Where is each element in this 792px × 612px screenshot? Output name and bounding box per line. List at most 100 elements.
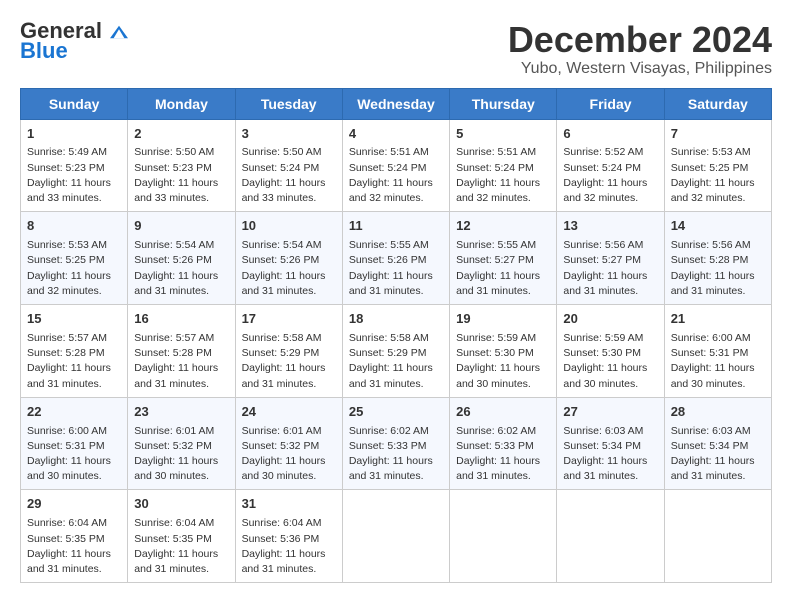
calendar-cell-29: 29 Sunrise: 6:04 AM Sunset: 5:35 PM Dayl… [21, 490, 128, 583]
sunrise-label: Sunrise: 5:50 AM [242, 146, 322, 158]
calendar-week-4: 22 Sunrise: 6:00 AM Sunset: 5:31 PM Dayl… [21, 397, 772, 490]
day-number: 16 [134, 310, 228, 329]
daylight-label: Daylight: 11 hours and 32 minutes. [27, 270, 111, 297]
sunset-label: Sunset: 5:26 PM [349, 254, 427, 266]
sunset-label: Sunset: 5:33 PM [349, 440, 427, 452]
sunset-label: Sunset: 5:26 PM [242, 254, 320, 266]
daylight-label: Daylight: 11 hours and 31 minutes. [134, 548, 218, 575]
calendar-cell-28: 28 Sunrise: 6:03 AM Sunset: 5:34 PM Dayl… [664, 397, 771, 490]
calendar-cell-13: 13 Sunrise: 5:56 AM Sunset: 5:27 PM Dayl… [557, 212, 664, 305]
calendar-cell-23: 23 Sunrise: 6:01 AM Sunset: 5:32 PM Dayl… [128, 397, 235, 490]
calendar-cell-15: 15 Sunrise: 5:57 AM Sunset: 5:28 PM Dayl… [21, 305, 128, 398]
sunset-label: Sunset: 5:25 PM [671, 162, 749, 174]
sunrise-label: Sunrise: 5:58 AM [242, 332, 322, 344]
sunset-label: Sunset: 5:31 PM [27, 440, 105, 452]
day-number: 25 [349, 403, 443, 422]
day-number: 13 [563, 217, 657, 236]
daylight-label: Daylight: 11 hours and 30 minutes. [242, 455, 326, 482]
sunset-label: Sunset: 5:32 PM [134, 440, 212, 452]
header-thursday: Thursday [450, 88, 557, 119]
calendar-cell-16: 16 Sunrise: 5:57 AM Sunset: 5:28 PM Dayl… [128, 305, 235, 398]
sunset-label: Sunset: 5:30 PM [456, 347, 534, 359]
daylight-label: Daylight: 11 hours and 31 minutes. [563, 455, 647, 482]
day-number: 22 [27, 403, 121, 422]
calendar-cell-empty-3 [342, 490, 449, 583]
calendar-cell-30: 30 Sunrise: 6:04 AM Sunset: 5:35 PM Dayl… [128, 490, 235, 583]
sunset-label: Sunset: 5:24 PM [349, 162, 427, 174]
calendar-table: Sunday Monday Tuesday Wednesday Thursday… [20, 88, 772, 584]
calendar-cell-empty-4 [450, 490, 557, 583]
daylight-label: Daylight: 11 hours and 31 minutes. [134, 362, 218, 389]
daylight-label: Daylight: 11 hours and 31 minutes. [242, 362, 326, 389]
sunrise-label: Sunrise: 6:04 AM [27, 517, 107, 529]
sunrise-label: Sunrise: 6:02 AM [456, 425, 536, 437]
day-number: 15 [27, 310, 121, 329]
sunset-label: Sunset: 5:31 PM [671, 347, 749, 359]
daylight-label: Daylight: 11 hours and 30 minutes. [563, 362, 647, 389]
sunset-label: Sunset: 5:28 PM [27, 347, 105, 359]
day-number: 28 [671, 403, 765, 422]
sunset-label: Sunset: 5:36 PM [242, 533, 320, 545]
day-number: 17 [242, 310, 336, 329]
daylight-label: Daylight: 11 hours and 30 minutes. [27, 455, 111, 482]
daylight-label: Daylight: 11 hours and 31 minutes. [671, 270, 755, 297]
sunrise-label: Sunrise: 5:51 AM [456, 146, 536, 158]
sunrise-label: Sunrise: 5:59 AM [563, 332, 643, 344]
sunrise-label: Sunrise: 5:55 AM [456, 239, 536, 251]
sunrise-label: Sunrise: 5:49 AM [27, 146, 107, 158]
sunset-label: Sunset: 5:34 PM [671, 440, 749, 452]
daylight-label: Daylight: 11 hours and 31 minutes. [671, 455, 755, 482]
calendar-cell-12: 12 Sunrise: 5:55 AM Sunset: 5:27 PM Dayl… [450, 212, 557, 305]
day-number: 21 [671, 310, 765, 329]
calendar-cell-2: 2 Sunrise: 5:50 AM Sunset: 5:23 PM Dayli… [128, 119, 235, 212]
daylight-label: Daylight: 11 hours and 31 minutes. [134, 270, 218, 297]
sunset-label: Sunset: 5:32 PM [242, 440, 320, 452]
calendar-week-3: 15 Sunrise: 5:57 AM Sunset: 5:28 PM Dayl… [21, 305, 772, 398]
day-number: 27 [563, 403, 657, 422]
daylight-label: Daylight: 11 hours and 31 minutes. [242, 548, 326, 575]
sunset-label: Sunset: 5:34 PM [563, 440, 641, 452]
sunrise-label: Sunrise: 5:51 AM [349, 146, 429, 158]
daylight-label: Daylight: 11 hours and 33 minutes. [27, 177, 111, 204]
day-number: 19 [456, 310, 550, 329]
calendar-cell-27: 27 Sunrise: 6:03 AM Sunset: 5:34 PM Dayl… [557, 397, 664, 490]
calendar-week-5: 29 Sunrise: 6:04 AM Sunset: 5:35 PM Dayl… [21, 490, 772, 583]
sunrise-label: Sunrise: 5:54 AM [134, 239, 214, 251]
header-row: Sunday Monday Tuesday Wednesday Thursday… [21, 88, 772, 119]
sunrise-label: Sunrise: 6:01 AM [134, 425, 214, 437]
sunrise-label: Sunrise: 5:53 AM [671, 146, 751, 158]
sunrise-label: Sunrise: 6:04 AM [242, 517, 322, 529]
sunrise-label: Sunrise: 5:59 AM [456, 332, 536, 344]
day-number: 7 [671, 125, 765, 144]
header-saturday: Saturday [664, 88, 771, 119]
sunrise-label: Sunrise: 5:56 AM [563, 239, 643, 251]
calendar-cell-19: 19 Sunrise: 5:59 AM Sunset: 5:30 PM Dayl… [450, 305, 557, 398]
daylight-label: Daylight: 11 hours and 32 minutes. [349, 177, 433, 204]
day-number: 4 [349, 125, 443, 144]
day-number: 29 [27, 495, 121, 514]
calendar-cell-21: 21 Sunrise: 6:00 AM Sunset: 5:31 PM Dayl… [664, 305, 771, 398]
daylight-label: Daylight: 11 hours and 31 minutes. [563, 270, 647, 297]
daylight-label: Daylight: 11 hours and 31 minutes. [27, 362, 111, 389]
calendar-week-1: 1 Sunrise: 5:49 AM Sunset: 5:23 PM Dayli… [21, 119, 772, 212]
calendar-cell-6: 6 Sunrise: 5:52 AM Sunset: 5:24 PM Dayli… [557, 119, 664, 212]
daylight-label: Daylight: 11 hours and 31 minutes. [456, 270, 540, 297]
day-number: 26 [456, 403, 550, 422]
calendar-cell-3: 3 Sunrise: 5:50 AM Sunset: 5:24 PM Dayli… [235, 119, 342, 212]
sunset-label: Sunset: 5:28 PM [134, 347, 212, 359]
daylight-label: Daylight: 11 hours and 31 minutes. [27, 548, 111, 575]
month-title: December 2024 [508, 20, 772, 60]
sunrise-label: Sunrise: 5:53 AM [27, 239, 107, 251]
sunrise-label: Sunrise: 6:03 AM [563, 425, 643, 437]
calendar-cell-5: 5 Sunrise: 5:51 AM Sunset: 5:24 PM Dayli… [450, 119, 557, 212]
title-section: December 2024 Yubo, Western Visayas, Phi… [508, 20, 772, 78]
calendar-cell-9: 9 Sunrise: 5:54 AM Sunset: 5:26 PM Dayli… [128, 212, 235, 305]
day-number: 23 [134, 403, 228, 422]
sunrise-label: Sunrise: 5:57 AM [27, 332, 107, 344]
sunrise-label: Sunrise: 5:54 AM [242, 239, 322, 251]
logo-icon [110, 25, 128, 39]
day-number: 18 [349, 310, 443, 329]
sunset-label: Sunset: 5:30 PM [563, 347, 641, 359]
daylight-label: Daylight: 11 hours and 31 minutes. [349, 455, 433, 482]
day-number: 30 [134, 495, 228, 514]
